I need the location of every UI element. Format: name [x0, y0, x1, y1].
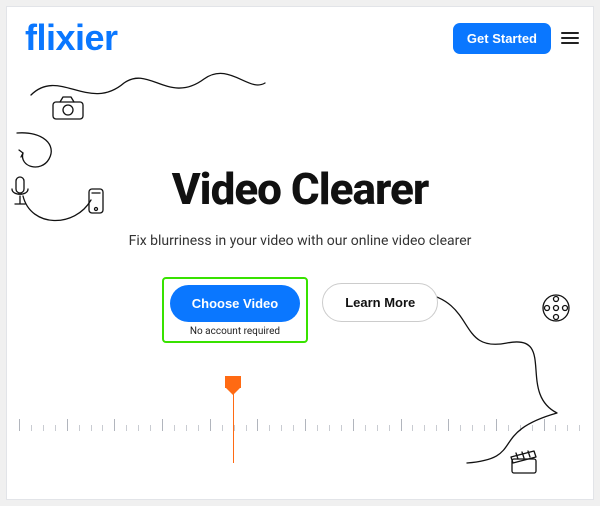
clapboard-icon — [509, 449, 539, 475]
hero-section: Video Clearer Fix blurriness in your vid… — [7, 65, 593, 343]
choose-video-highlight: Choose Video No account required — [162, 277, 308, 343]
header-right: Get Started — [453, 23, 579, 54]
hamburger-menu-icon[interactable] — [561, 29, 579, 47]
timeline-ticks — [7, 419, 593, 431]
timeline-playhead-icon[interactable] — [233, 377, 234, 463]
choose-video-subtext: No account required — [190, 326, 280, 337]
logo-text: flixier — [25, 17, 118, 59]
page-subtitle: Fix blurriness in your video with our on… — [7, 233, 593, 249]
cta-row: Choose Video No account required Learn M… — [7, 277, 593, 343]
choose-video-button[interactable]: Choose Video — [170, 285, 300, 322]
learn-more-button[interactable]: Learn More — [322, 283, 438, 322]
app-window: flixier Get Started — [6, 6, 594, 500]
header: flixier Get Started — [7, 7, 593, 65]
logo-link[interactable]: flixier — [25, 17, 118, 59]
timeline — [7, 395, 593, 431]
page-title: Video Clearer — [7, 163, 593, 215]
get-started-button[interactable]: Get Started — [453, 23, 551, 54]
